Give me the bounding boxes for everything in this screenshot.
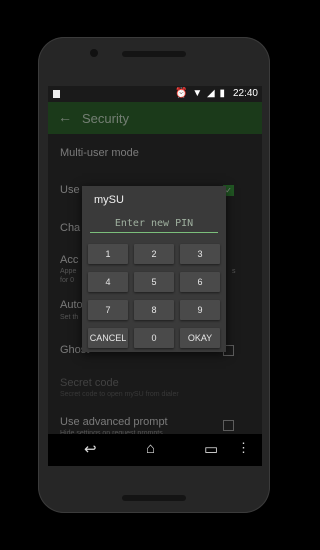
dialog-title: mySU [94,194,124,206]
key-1[interactable]: 1 [88,244,128,264]
bottom-speaker [122,495,186,501]
key-8[interactable]: 8 [134,300,174,320]
key-3[interactable]: 3 [180,244,220,264]
nav-back-icon[interactable]: ↩ [84,440,97,458]
key-6[interactable]: 6 [180,272,220,292]
pin-dialog: mySU Enter new PIN 1 2 3 4 5 6 7 8 9 CAN… [82,186,226,352]
nav-home-icon[interactable]: ⌂ [146,440,155,457]
okay-button[interactable]: OKAY [180,328,220,348]
nav-recents-icon[interactable]: ▭ [204,440,218,458]
key-2[interactable]: 2 [134,244,174,264]
key-4[interactable]: 4 [88,272,128,292]
navigation-bar: ↩ ⌂ ▭ ⋮ [48,434,262,466]
key-7[interactable]: 7 [88,300,128,320]
front-camera [90,49,98,57]
cancel-button[interactable]: CANCEL [88,328,128,348]
key-5[interactable]: 5 [134,272,174,292]
key-9[interactable]: 9 [180,300,220,320]
earpiece-speaker [122,51,186,57]
pin-input[interactable]: Enter new PIN [90,216,218,233]
nav-overflow-icon[interactable]: ⋮ [237,440,250,456]
key-0[interactable]: 0 [134,328,174,348]
status-icons: ⏰ ▼ ◢ ▮ [175,88,226,99]
status-bar: ⏰ ▼ ◢ ▮ 22:40 [48,86,262,102]
notification-icon [53,90,60,98]
status-time: 22:40 [232,88,258,99]
